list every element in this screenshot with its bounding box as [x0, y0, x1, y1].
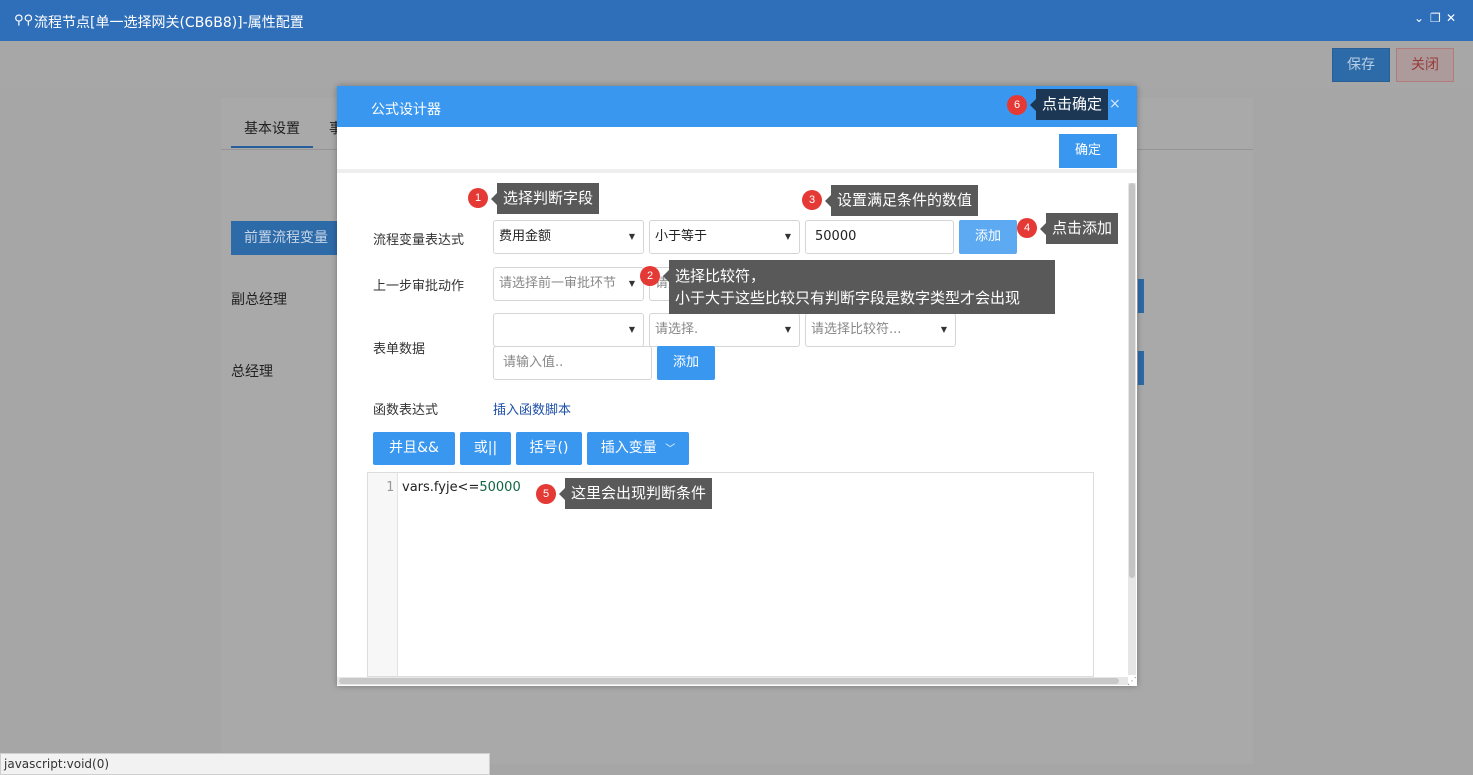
resize-grip-icon[interactable]: ⋰	[1127, 676, 1137, 687]
dialog-close-icon[interactable]: ×	[1109, 96, 1121, 112]
status-bar: javascript:void(0)	[0, 753, 490, 775]
scroll-thumb[interactable]	[339, 678, 1119, 684]
caret-down-icon: ▼	[784, 232, 791, 241]
dialog-toolbar	[337, 127, 1137, 173]
annotation-badge: 6	[1007, 95, 1027, 115]
window-titlebar: ⚲⚲ 流程节点[单一选择网关(CB6B8)]-属性配置 ⌄ ❐ ✕	[0, 0, 1473, 41]
window-title: 流程节点[单一选择网关(CB6B8)]-属性配置	[34, 15, 304, 31]
row-button-edge[interactable]	[1138, 279, 1144, 313]
scroll-thumb[interactable]	[1129, 183, 1135, 578]
annotation-badge: 3	[802, 190, 822, 210]
field-select-value: 费用金额	[499, 229, 552, 244]
prev-action-label: 上一步审批动作	[373, 279, 465, 294]
form-data-label: 表单数据	[373, 342, 426, 357]
code-editor[interactable]: 1 vars.fyje<=50000	[367, 472, 1094, 677]
value-input[interactable]: 50000	[805, 220, 954, 254]
window-close-icon[interactable]: ✕	[1446, 11, 1456, 25]
annotation-badge: 4	[1017, 218, 1037, 238]
annotation-tip: 选择比较符， 小于大于这些比较只有判断字段是数字类型才会出现	[663, 260, 1055, 314]
annotation-tip: 这里会出现判断条件	[558, 478, 713, 509]
row-button-edge[interactable]	[1138, 351, 1144, 385]
prev-node-placeholder: 请选择前一审批环节	[499, 276, 617, 291]
confirm-button[interactable]: 确定	[1059, 134, 1117, 168]
caret-down-icon: ▼	[784, 325, 791, 334]
prev-node-select[interactable]: 请选择前一审批环节 ▼	[493, 267, 644, 301]
form-field-select[interactable]: ▼	[493, 313, 644, 347]
restore-icon[interactable]: ❐	[1430, 11, 1441, 25]
tab-basic-settings[interactable]: 基本设置	[231, 118, 313, 148]
line-number: 1	[386, 480, 394, 495]
horizontal-scrollbar[interactable]	[337, 677, 1128, 685]
annotation-line: 小于大于这些比较只有判断字段是数字类型才会出现	[675, 289, 1021, 307]
row-label-vice-gm: 副总经理	[231, 292, 287, 308]
caret-down-icon: ▼	[628, 325, 635, 334]
caret-down-icon: ▼	[628, 232, 635, 241]
formula-designer-dialog: 公式设计器 × 确定 流程变量表达式 费用金额 ▼ 小于等于 ▼ 50000 添…	[337, 86, 1137, 687]
form-operator-placeholder: 请选择比较符...	[811, 322, 902, 337]
annotation-line: 选择比较符，	[675, 267, 766, 285]
function-label: 函数表达式	[373, 403, 439, 418]
insert-var-label: 插入变量	[600, 440, 657, 456]
operator-select[interactable]: 小于等于 ▼	[649, 220, 800, 254]
annotation-badge: 1	[468, 188, 488, 208]
caret-down-icon: ▼	[628, 279, 635, 288]
insert-function-link[interactable]: 插入函数脚本	[493, 399, 571, 418]
vertical-scrollbar[interactable]	[1128, 183, 1136, 675]
or-button[interactable]: 或||	[460, 432, 511, 465]
annotation-tip: 点击添加	[1039, 213, 1119, 244]
operator-select-value: 小于等于	[655, 229, 708, 244]
form-operator-select[interactable]: 请选择比较符... ▼	[805, 313, 956, 347]
paren-button[interactable]: 括号()	[516, 432, 582, 465]
annotation-tip: 选择判断字段	[490, 183, 600, 214]
editor-gutter: 1	[368, 473, 398, 676]
process-var-label: 流程变量表达式	[373, 233, 465, 248]
code-number: 50000	[479, 480, 521, 495]
collapse-icon[interactable]: ⌄	[1414, 11, 1424, 25]
row-label-gm: 总经理	[231, 364, 273, 380]
prev-process-var-button[interactable]: 前置流程变量	[231, 221, 341, 255]
chevron-down-icon: ﹀	[665, 444, 676, 455]
form-sub-placeholder: 请选择.	[655, 322, 699, 337]
field-select[interactable]: 费用金额 ▼	[493, 220, 644, 254]
dialog-title: 公式设计器	[371, 102, 441, 118]
and-button[interactable]: 并且&&	[373, 432, 455, 465]
annotation-badge: 2	[640, 266, 660, 286]
insert-var-button[interactable]: 插入变量 ﹀	[587, 432, 689, 465]
close-button[interactable]: 关闭	[1396, 48, 1454, 82]
toolbar	[0, 41, 1473, 88]
add-process-var-button[interactable]: 添加	[959, 220, 1017, 254]
caret-down-icon: ▼	[940, 325, 947, 334]
form-value-input[interactable]: 请输入值..	[493, 346, 652, 380]
form-sub-select[interactable]: 请选择. ▼	[649, 313, 800, 347]
add-form-data-button[interactable]: 添加	[657, 346, 715, 380]
flow-app-icon: ⚲⚲	[14, 13, 34, 28]
code-line[interactable]: vars.fyje<=50000	[402, 480, 521, 495]
annotation-tip: 点击确定	[1029, 89, 1109, 120]
code-expression: vars.fyje<=	[402, 480, 480, 495]
annotation-tip: 设置满足条件的数值	[824, 185, 979, 216]
annotation-badge: 5	[536, 484, 556, 504]
save-button[interactable]: 保存	[1332, 48, 1390, 82]
